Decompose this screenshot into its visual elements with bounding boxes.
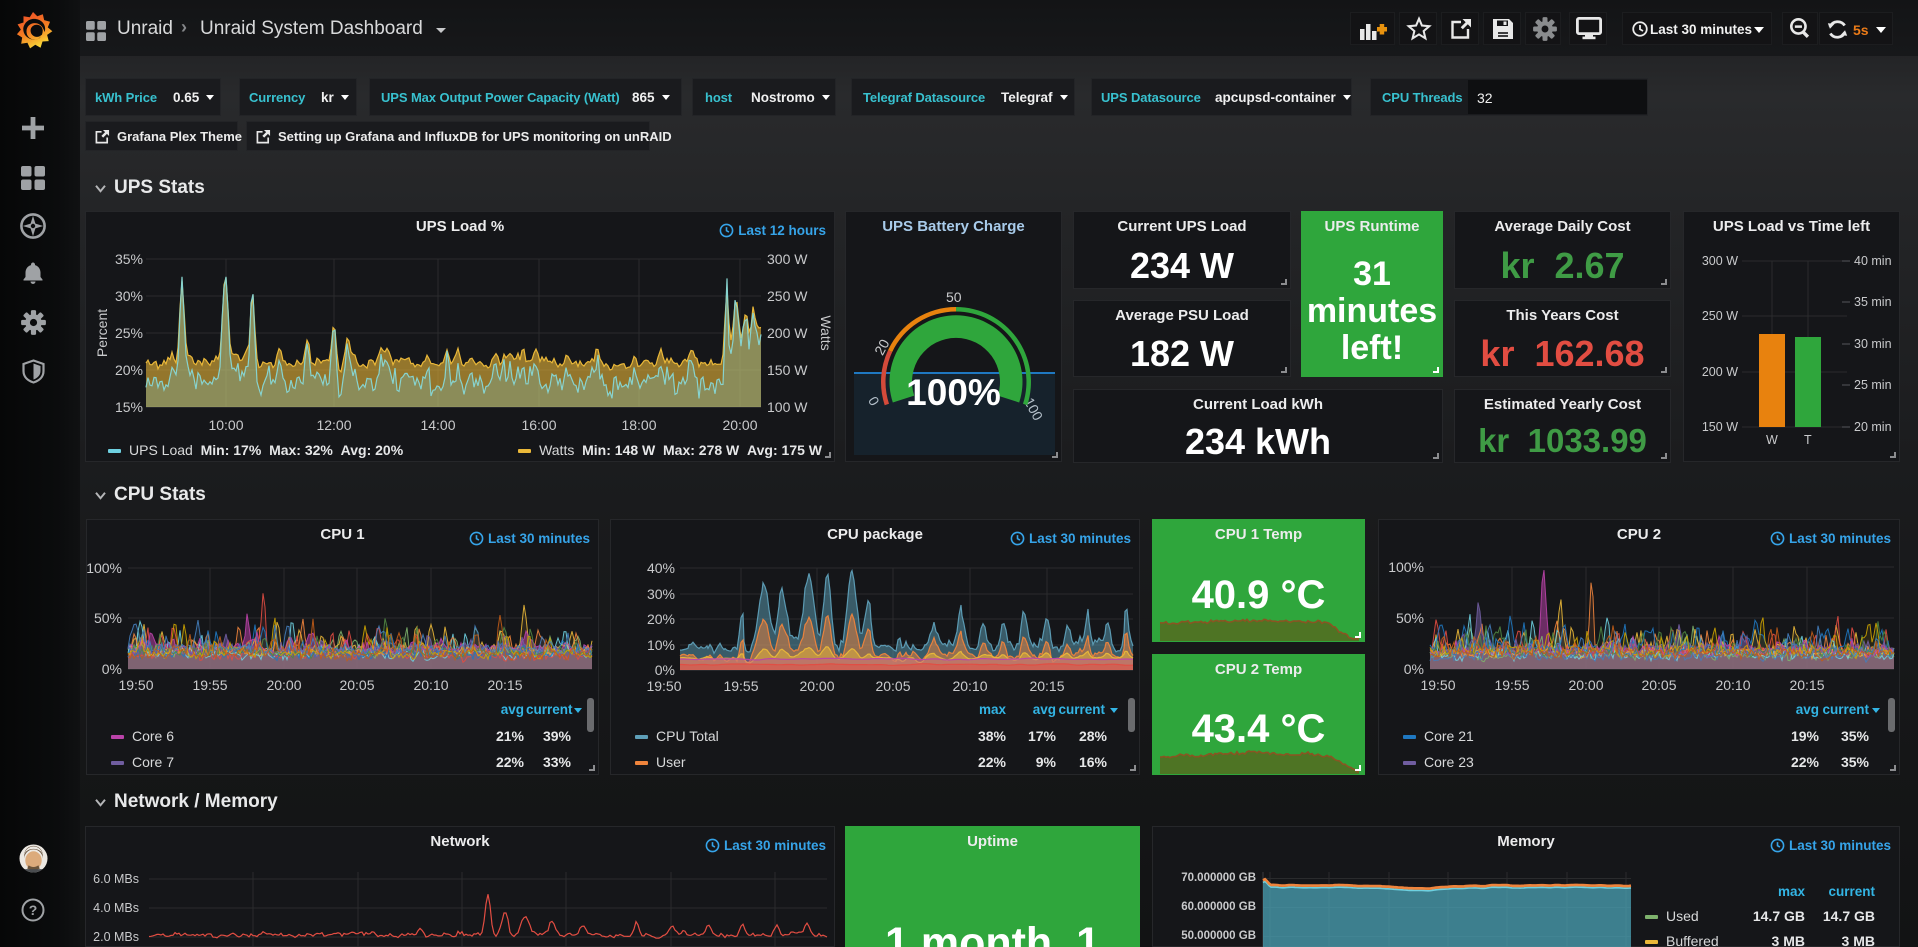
svg-text:?: ?: [29, 902, 38, 918]
